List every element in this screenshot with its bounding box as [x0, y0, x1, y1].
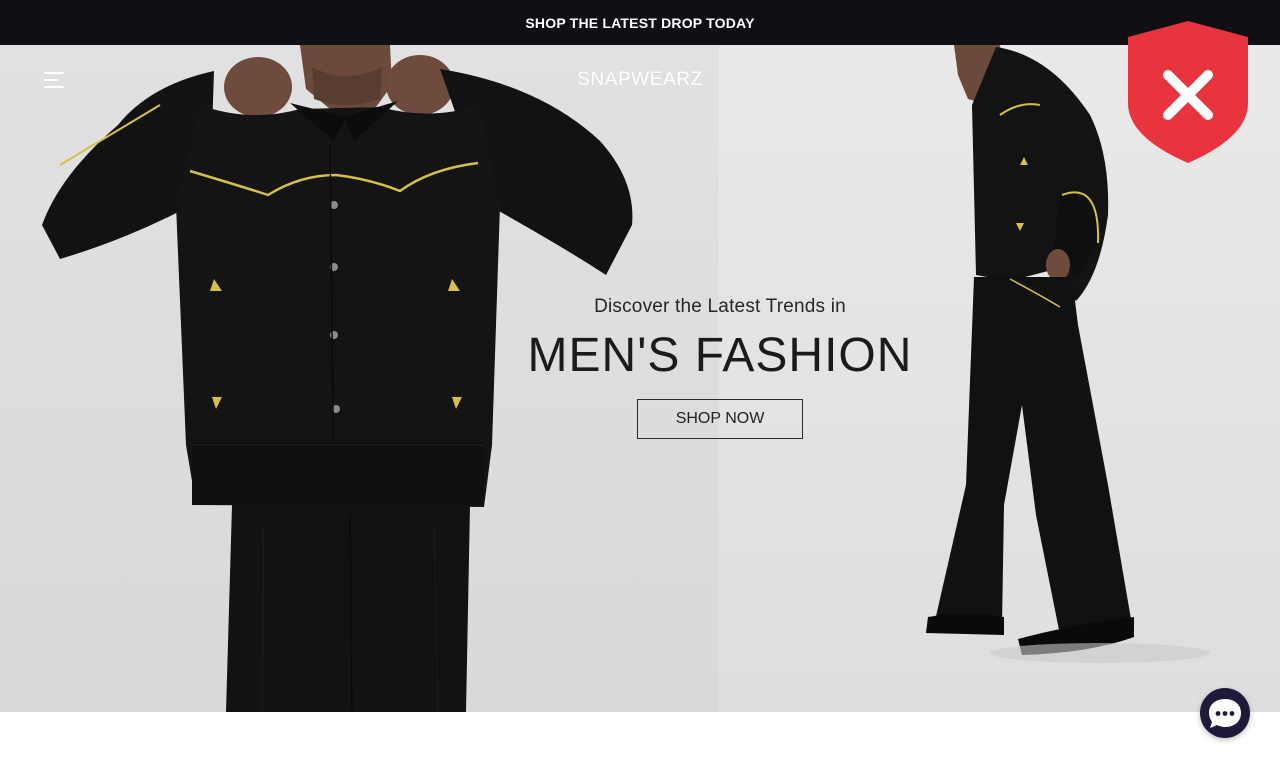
site-header: SNAPWEARZ: [0, 45, 1280, 117]
hero-copy: Discover the Latest Trends in MEN'S FASH…: [520, 296, 920, 439]
hero-title: MEN'S FASHION: [527, 329, 913, 382]
announcement-text: SHOP THE LATEST DROP TODAY: [525, 14, 755, 31]
brand-logo[interactable]: SNAPWEARZ: [540, 69, 740, 91]
chat-bubble-icon[interactable]: [1200, 688, 1250, 738]
announcement-bar[interactable]: SHOP THE LATEST DROP TODAY: [0, 0, 1280, 45]
hamburger-menu-icon[interactable]: [44, 72, 66, 90]
shield-close-icon[interactable]: [1126, 19, 1250, 165]
hero-subtitle: Discover the Latest Trends in: [594, 296, 846, 317]
shop-now-button[interactable]: SHOP NOW: [637, 399, 803, 439]
